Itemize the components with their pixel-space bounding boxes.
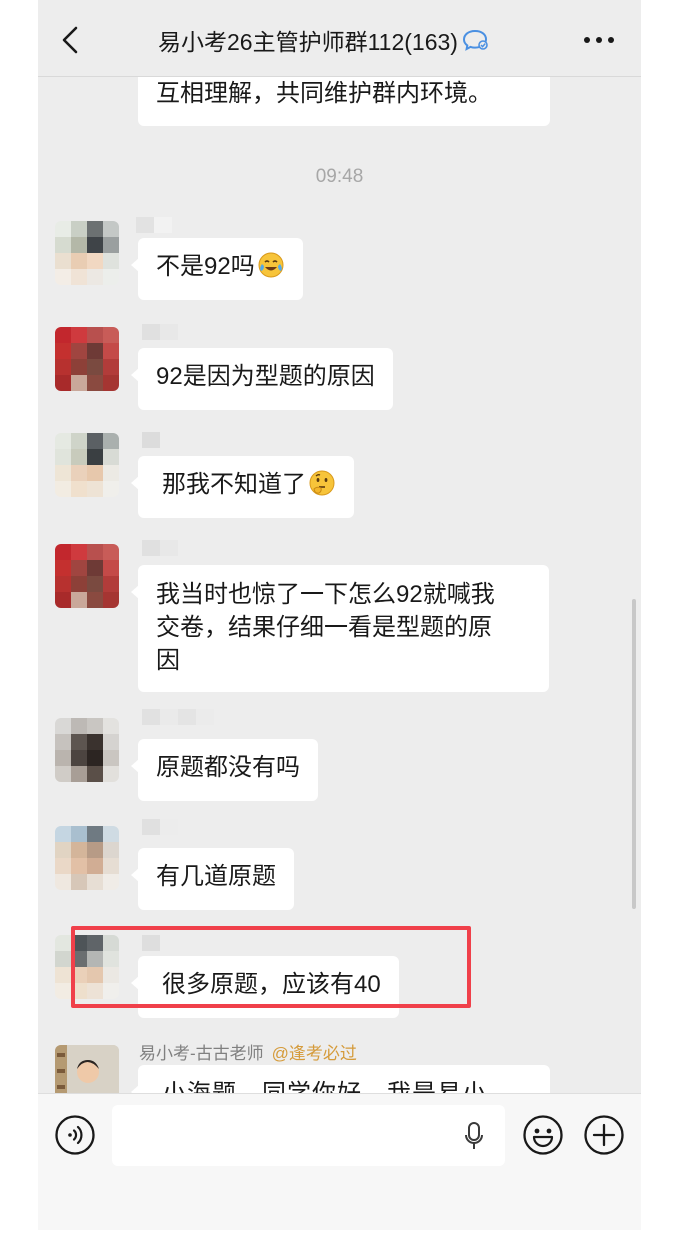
voice-input-icon[interactable]	[54, 1114, 96, 1156]
highlight-annotation-box	[71, 926, 471, 1008]
teacher-avatar[interactable]	[55, 1045, 119, 1093]
microphone-icon[interactable]	[463, 1121, 485, 1151]
message-text: 那我不知道了	[162, 471, 306, 498]
message-text-line: 因	[156, 647, 180, 674]
message-timestamp: 09:48	[315, 166, 364, 187]
message-bubble[interactable]: 小海题，同学你好，我是易小	[131, 1065, 550, 1093]
sender-name-blurred	[136, 217, 172, 233]
chat-header: 易小考26主管护师群112(163)	[38, 0, 641, 77]
avatar[interactable]	[55, 433, 119, 497]
plus-circle-icon[interactable]	[583, 1114, 625, 1156]
message-text: 原题都没有吗	[156, 754, 300, 781]
avatar[interactable]	[55, 221, 119, 285]
avatar[interactable]	[55, 718, 119, 782]
message-text-line: 我当时也惊了一下怎么92就喊我	[156, 581, 495, 608]
message-text-line: 交卷，结果仔细一看是型题的原	[156, 614, 492, 641]
message-bubble[interactable]: 那我不知道了	[131, 456, 354, 518]
sender-name-blurred	[142, 324, 178, 340]
chevron-left-icon[interactable]	[54, 22, 86, 58]
input-bar	[38, 1093, 641, 1230]
phone-screen: 易小考26主管护师群112(163) 互相理解，共同维护群内环境。 09:48 …	[38, 0, 641, 1230]
avatar[interactable]	[55, 826, 119, 890]
message-text: 互相理解，共同维护群内环境。	[156, 80, 492, 107]
avatar[interactable]	[55, 544, 119, 608]
message-list[interactable]: 互相理解，共同维护群内环境。 09:48 不是92吗 92是因为型题的原因 那我…	[38, 77, 641, 1093]
message-bubble[interactable]: 互相理解，共同维护群内环境。	[138, 77, 550, 126]
chat-verified-icon	[462, 29, 488, 51]
message-bubble[interactable]: 不是92吗	[131, 238, 303, 300]
message-text: 92是因为型题的原因	[156, 363, 375, 390]
sender-name-blurred	[142, 819, 178, 835]
chat-title-group[interactable]: 易小考26主管护师群112(163)	[158, 24, 490, 56]
message-bubble[interactable]: 有几道原题	[131, 848, 294, 910]
emoji-face-icon[interactable]	[522, 1114, 564, 1156]
chat-title: 易小考26主管护师群112(163)	[158, 29, 458, 55]
scrollbar[interactable]	[632, 599, 636, 909]
more-dots-icon[interactable]	[579, 28, 619, 52]
sender-name-blurred	[142, 432, 160, 448]
message-text: 小海题，同学你好，我是易小	[162, 1080, 487, 1093]
message-input[interactable]	[112, 1105, 505, 1166]
message-text: 不是92吗	[156, 253, 255, 280]
sender-name: 易小考-古古老师 @逢考必过	[139, 1039, 357, 1064]
avatar[interactable]	[55, 327, 119, 391]
message-bubble[interactable]: 我当时也惊了一下怎么92就喊我 交卷，结果仔细一看是型题的原 因	[131, 565, 549, 692]
thinking-face-emoji	[309, 470, 335, 496]
message-bubble[interactable]: 原题都没有吗	[131, 739, 318, 801]
sender-name-text: 易小考-古古老师	[139, 1044, 264, 1063]
message-bubble[interactable]: 92是因为型题的原因	[131, 348, 393, 410]
mention-tag[interactable]: @逢考必过	[272, 1044, 357, 1063]
crying-laughing-face-emoji	[258, 252, 284, 278]
sender-name-blurred	[142, 540, 178, 556]
sender-name-blurred	[142, 709, 214, 725]
message-text: 有几道原题	[156, 863, 276, 890]
